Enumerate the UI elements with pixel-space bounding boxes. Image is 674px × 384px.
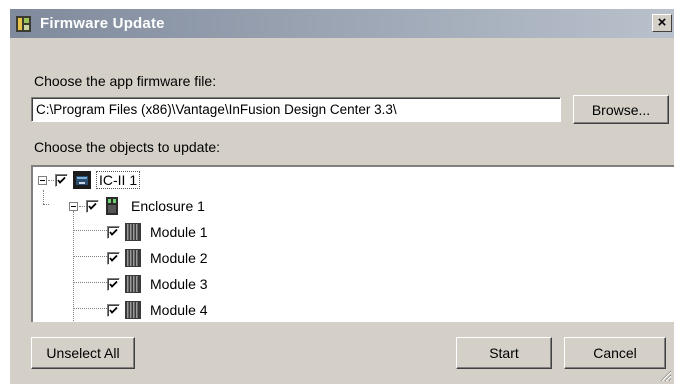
module-label: Module 4 (150, 302, 208, 318)
module-icon (125, 275, 141, 293)
tree-connector (73, 282, 107, 283)
browse-button-label: Browse... (591, 101, 651, 118)
module-label: Module 3 (150, 276, 208, 292)
app-icon (16, 16, 31, 32)
enclosure-checkbox[interactable] (86, 199, 99, 213)
module-icon (125, 223, 141, 241)
tree-connector (73, 308, 107, 309)
tree-node-module[interactable]: Module 2 (107, 248, 208, 268)
checkmark-icon (109, 254, 118, 262)
tree-connector (73, 211, 74, 322)
tree-connector (73, 230, 107, 231)
collapse-toggle[interactable] (38, 175, 47, 185)
firmware-path-input[interactable] (31, 97, 561, 122)
checkmark-icon (109, 306, 118, 314)
module-label: Module 1 (150, 224, 208, 240)
tree-connector (43, 204, 49, 205)
checkmark-icon (57, 176, 66, 184)
close-icon: × (657, 14, 667, 31)
module-checkbox[interactable] (107, 277, 120, 291)
checkmark-icon (109, 280, 118, 288)
cancel-button[interactable]: Cancel (564, 337, 666, 369)
firmware-update-dialog: Firmware Update × Choose the app firmwar… (9, 8, 674, 384)
tree-connector (43, 190, 44, 204)
checkmark-icon (109, 228, 118, 236)
module-checkbox[interactable] (107, 225, 120, 239)
objects-label: Choose the objects to update: (34, 139, 221, 155)
object-tree[interactable]: IC-II 1 Enclosure 1 Module 1 Module 2 Mo… (31, 165, 674, 322)
firmware-file-label: Choose the app firmware file: (34, 73, 217, 89)
unselect-all-label: Unselect All (46, 345, 120, 361)
module-checkbox[interactable] (107, 251, 120, 265)
tree-node-module[interactable]: Module 1 (107, 222, 208, 242)
window-title: Firmware Update (40, 15, 165, 32)
tree-connector (73, 256, 107, 257)
enclosure-icon (106, 197, 118, 215)
tree-node-enclosure[interactable]: Enclosure 1 (69, 196, 205, 216)
start-button[interactable]: Start (456, 337, 552, 369)
enclosure-label: Enclosure 1 (131, 198, 205, 214)
browse-button[interactable]: Browse... (573, 95, 669, 124)
collapse-toggle[interactable] (69, 201, 78, 211)
tree-node-root[interactable]: IC-II 1 (38, 170, 141, 190)
root-checkbox[interactable] (55, 173, 68, 187)
controller-icon (73, 171, 91, 189)
module-label: Module 2 (150, 250, 208, 266)
module-icon (125, 301, 141, 319)
start-label: Start (489, 345, 519, 361)
close-button[interactable]: × (652, 14, 672, 32)
module-icon (125, 249, 141, 267)
resize-grip-icon[interactable] (660, 370, 672, 382)
title-bar[interactable]: Firmware Update × (10, 9, 674, 38)
tree-node-module[interactable]: Module 3 (107, 274, 208, 294)
cancel-label: Cancel (593, 345, 637, 361)
module-checkbox[interactable] (107, 303, 120, 317)
root-label: IC-II 1 (96, 171, 141, 189)
unselect-all-button[interactable]: Unselect All (31, 337, 135, 369)
tree-node-module[interactable]: Module 4 (107, 300, 208, 320)
checkmark-icon (88, 202, 97, 210)
